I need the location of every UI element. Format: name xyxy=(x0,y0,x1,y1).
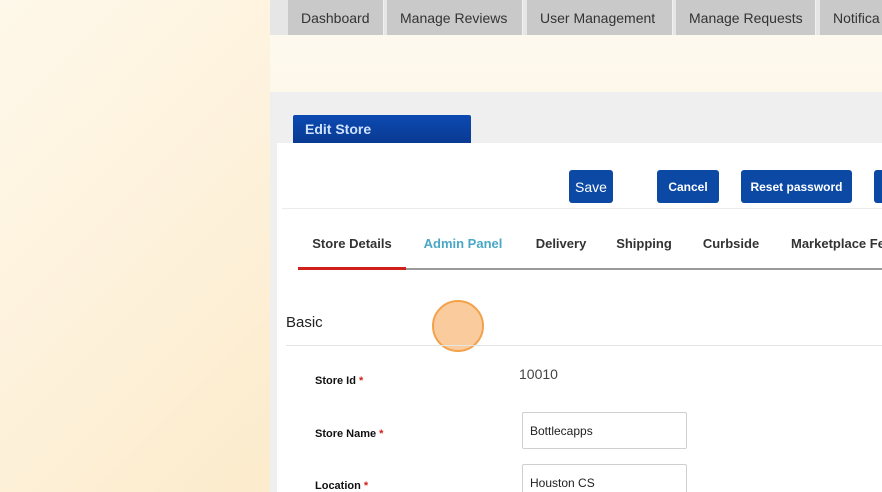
nav-tab-user-management[interactable]: User Management xyxy=(527,0,673,35)
required-asterisk: * xyxy=(379,428,384,440)
store-name-label: Store Name * xyxy=(315,428,384,440)
nav-tab-manage-requests[interactable]: Manage Requests xyxy=(676,0,816,35)
reset-password-button[interactable]: Reset password xyxy=(741,170,852,203)
more-action-button[interactable] xyxy=(874,170,882,203)
cancel-button[interactable]: Cancel xyxy=(657,170,719,203)
tab-admin-panel[interactable]: Admin Panel xyxy=(423,225,503,268)
tab-shipping[interactable]: Shipping xyxy=(616,225,672,268)
required-asterisk: * xyxy=(363,480,369,492)
tab-delivery[interactable]: Delivery xyxy=(531,225,591,268)
tab-store-details[interactable]: Store Details xyxy=(298,225,406,270)
edit-store-panel: Save Cancel Reset password Store Details… xyxy=(277,143,882,492)
store-id-label: Store Id * xyxy=(315,375,364,387)
tab-curbside[interactable]: Curbside xyxy=(702,225,760,268)
section-divider xyxy=(286,345,882,346)
nav-tab-dashboard[interactable]: Dashboard xyxy=(288,0,384,35)
page-title: Edit Store xyxy=(305,121,372,137)
location-label: Location * xyxy=(315,480,369,492)
toolbar-divider xyxy=(282,208,882,209)
store-tabs: Store Details Admin Panel Delivery Shipp… xyxy=(298,225,882,352)
required-asterisk: * xyxy=(358,375,364,387)
store-id-value: 10010 xyxy=(519,366,558,382)
nav-tab-manage-reviews[interactable]: Manage Reviews xyxy=(387,0,523,35)
store-name-field[interactable] xyxy=(522,412,687,449)
save-button[interactable]: Save xyxy=(569,170,613,203)
top-navigation: Dashboard Manage Reviews User Management… xyxy=(270,0,882,35)
tab-marketplace-fees[interactable]: Marketplace Fe xyxy=(791,225,882,268)
location-field[interactable] xyxy=(522,464,687,492)
edit-store-header: Edit Store xyxy=(293,115,471,150)
nav-tab-notifications[interactable]: Notifica xyxy=(820,0,882,35)
section-title: Basic xyxy=(286,314,323,331)
